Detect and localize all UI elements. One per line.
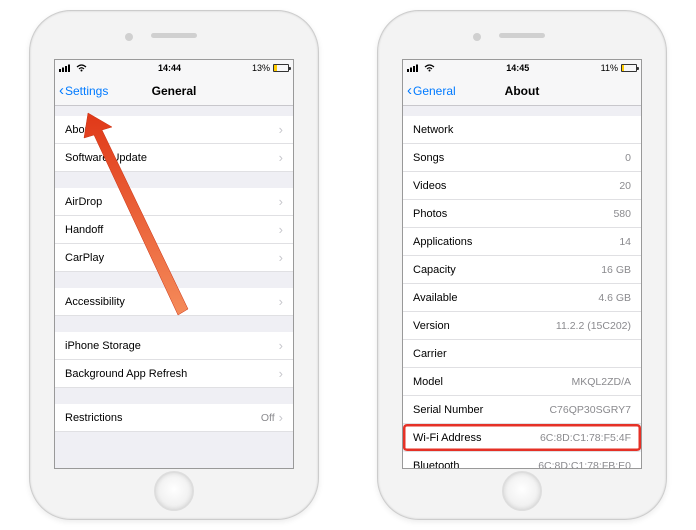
row-label: AirDrop: [65, 196, 102, 208]
row-label: Network: [413, 124, 453, 136]
row-value: 580: [613, 208, 631, 220]
row-value: Off: [261, 412, 275, 424]
chevron-right-icon: ›: [279, 410, 283, 425]
nav-title: General: [152, 84, 197, 98]
screen-right: 14:45 11% ‹ General About Network Song: [402, 59, 642, 469]
row-label: Model: [413, 376, 443, 388]
row-label: Software Update: [65, 152, 147, 164]
row-carplay[interactable]: CarPlay ›: [55, 244, 293, 272]
row-label: Wi-Fi Address: [413, 432, 481, 444]
chevron-right-icon: ›: [279, 294, 283, 309]
settings-list: About › Software Update › AirDrop › Hand…: [55, 106, 293, 448]
wifi-icon: [424, 64, 435, 72]
row-handoff[interactable]: Handoff ›: [55, 216, 293, 244]
wifi-icon: [76, 64, 87, 72]
row-value: C76QP30SGRY7: [549, 404, 631, 416]
row-version: Version 11.2.2 (15C202): [403, 312, 641, 340]
chevron-left-icon: ‹: [59, 83, 64, 98]
status-time: 14:44: [158, 63, 181, 73]
row-songs: Songs 0: [403, 144, 641, 172]
nav-back-button[interactable]: ‹ Settings: [59, 83, 108, 98]
row-label: Available: [413, 292, 457, 304]
nav-title: About: [505, 84, 540, 98]
row-software-update[interactable]: Software Update ›: [55, 144, 293, 172]
row-airdrop[interactable]: AirDrop ›: [55, 188, 293, 216]
row-label: Restrictions: [65, 412, 122, 424]
row-value: 14: [619, 236, 631, 248]
row-label: Version: [413, 320, 450, 332]
phone-camera: [125, 33, 133, 41]
chevron-right-icon: ›: [279, 338, 283, 353]
row-label: Carrier: [413, 348, 447, 360]
status-bar: 14:44 13%: [55, 60, 293, 76]
row-photos: Photos 580: [403, 200, 641, 228]
status-bar: 14:45 11%: [403, 60, 641, 76]
row-value: 11.2.2 (15C202): [556, 320, 631, 332]
row-capacity: Capacity 16 GB: [403, 256, 641, 284]
signal-icon: [407, 64, 421, 72]
screen-left: 14:44 13% ‹ Settings General About › So: [54, 59, 294, 469]
phone-camera: [473, 33, 481, 41]
home-button[interactable]: [154, 471, 194, 511]
row-label: Bluetooth: [413, 460, 459, 470]
row-model: Model MKQL2ZD/A: [403, 368, 641, 396]
nav-bar: ‹ General About: [403, 76, 641, 106]
row-value: 16 GB: [601, 264, 631, 276]
chevron-right-icon: ›: [279, 150, 283, 165]
about-list: Network Songs 0 Videos 20 Photos 580 App…: [403, 106, 641, 469]
row-label: Background App Refresh: [65, 368, 187, 380]
phone-speaker: [151, 33, 197, 38]
chevron-right-icon: ›: [279, 250, 283, 265]
row-label: Photos: [413, 208, 447, 220]
row-value: 6C:8D:C1:78:FB:E0: [538, 460, 631, 470]
row-available: Available 4.6 GB: [403, 284, 641, 312]
row-iphone-storage[interactable]: iPhone Storage ›: [55, 332, 293, 360]
signal-icon: [59, 64, 73, 72]
row-applications: Applications 14: [403, 228, 641, 256]
chevron-right-icon: ›: [279, 194, 283, 209]
row-wifi-address: Wi-Fi Address 6C:8D:C1:78:F5:4F: [403, 424, 641, 452]
nav-back-label: Settings: [65, 84, 108, 98]
row-label: Accessibility: [65, 296, 125, 308]
iphone-device-left: 14:44 13% ‹ Settings General About › So: [29, 10, 319, 520]
row-label: iPhone Storage: [65, 340, 141, 352]
nav-back-label: General: [413, 84, 456, 98]
row-label: Songs: [413, 152, 444, 164]
row-value: 0: [625, 152, 631, 164]
row-value: MKQL2ZD/A: [571, 376, 631, 388]
chevron-right-icon: ›: [279, 122, 283, 137]
battery-icon: [621, 64, 637, 72]
battery-percent: 13%: [252, 63, 270, 73]
row-bluetooth: Bluetooth 6C:8D:C1:78:FB:E0: [403, 452, 641, 469]
chevron-right-icon: ›: [279, 222, 283, 237]
row-carrier: Carrier: [403, 340, 641, 368]
row-about[interactable]: About ›: [55, 116, 293, 144]
chevron-left-icon: ‹: [407, 83, 412, 98]
row-label: CarPlay: [65, 252, 104, 264]
status-time: 14:45: [506, 63, 529, 73]
row-network[interactable]: Network: [403, 116, 641, 144]
row-label: Applications: [413, 236, 472, 248]
row-serial: Serial Number C76QP30SGRY7: [403, 396, 641, 424]
row-label: Capacity: [413, 264, 456, 276]
row-value: 6C:8D:C1:78:F5:4F: [540, 432, 631, 444]
row-label: Serial Number: [413, 404, 483, 416]
row-value: 20: [619, 180, 631, 192]
row-accessibility[interactable]: Accessibility ›: [55, 288, 293, 316]
nav-back-button[interactable]: ‹ General: [407, 83, 456, 98]
row-videos: Videos 20: [403, 172, 641, 200]
row-label: Handoff: [65, 224, 103, 236]
phone-speaker: [499, 33, 545, 38]
nav-bar: ‹ Settings General: [55, 76, 293, 106]
row-bg-app-refresh[interactable]: Background App Refresh ›: [55, 360, 293, 388]
iphone-device-right: 14:45 11% ‹ General About Network Song: [377, 10, 667, 520]
row-value: 4.6 GB: [598, 292, 631, 304]
chevron-right-icon: ›: [279, 366, 283, 381]
battery-icon: [273, 64, 289, 72]
home-button[interactable]: [502, 471, 542, 511]
row-label: About: [65, 124, 94, 136]
row-label: Videos: [413, 180, 446, 192]
row-restrictions[interactable]: Restrictions Off ›: [55, 404, 293, 432]
battery-percent: 11%: [601, 63, 618, 73]
